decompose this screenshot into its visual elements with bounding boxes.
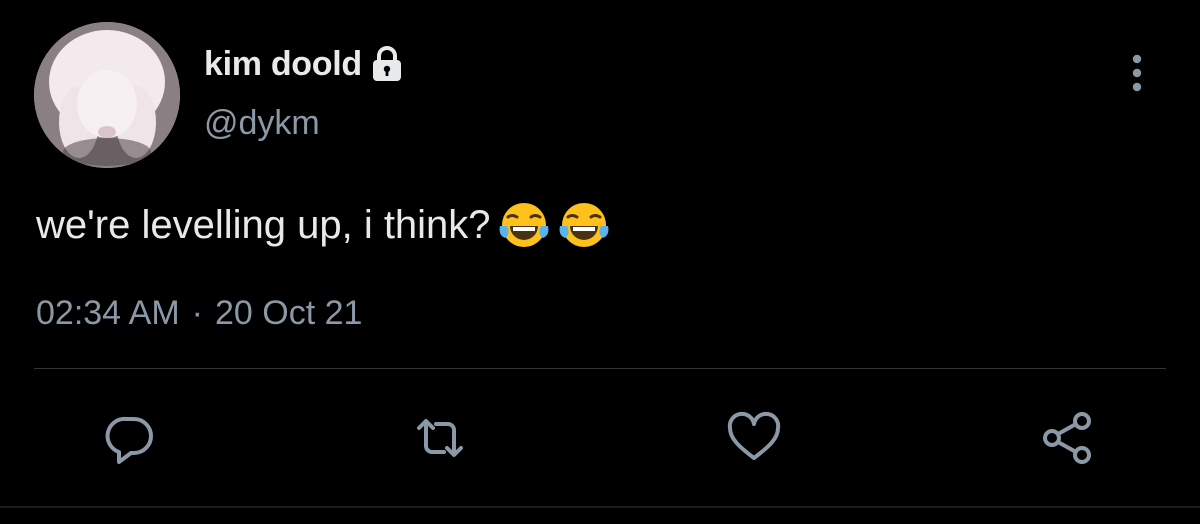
retweet-icon (417, 419, 463, 457)
meta-separator: · (191, 294, 203, 332)
action-bar (0, 398, 1200, 478)
tweet-card: kim doold @dykm we're levelling up, i th… (0, 0, 1200, 524)
lock-icon (368, 45, 406, 83)
display-name[interactable]: kim doold (204, 45, 362, 84)
reply-icon (105, 416, 153, 464)
bunny-avatar-image (34, 22, 180, 168)
tweet-date: 20 Oct 21 (214, 294, 363, 332)
reply-button[interactable] (102, 410, 158, 466)
tweet-text: we're levelling up, i think? (36, 198, 611, 252)
tweet-time: 02:34 AM (36, 294, 180, 332)
user-handle[interactable]: @dykm (204, 104, 320, 143)
share-button[interactable] (1040, 410, 1096, 466)
avatar[interactable] (34, 22, 180, 168)
like-button[interactable] (726, 410, 782, 466)
face-with-tears-of-joy-emoji (497, 198, 551, 252)
heart-icon (727, 411, 781, 460)
more-vertical-icon[interactable] (1122, 50, 1152, 96)
display-name-row: kim doold (204, 40, 406, 88)
bottom-divider (0, 506, 1200, 508)
retweet-button[interactable] (412, 410, 468, 466)
tweet-timestamp[interactable]: 02:34 AM · 20 Oct 21 (36, 294, 362, 333)
divider (34, 368, 1166, 369)
face-with-tears-of-joy-emoji (557, 198, 611, 252)
tweet-body: we're levelling up, i think? (36, 202, 491, 247)
share-icon (1043, 412, 1091, 464)
